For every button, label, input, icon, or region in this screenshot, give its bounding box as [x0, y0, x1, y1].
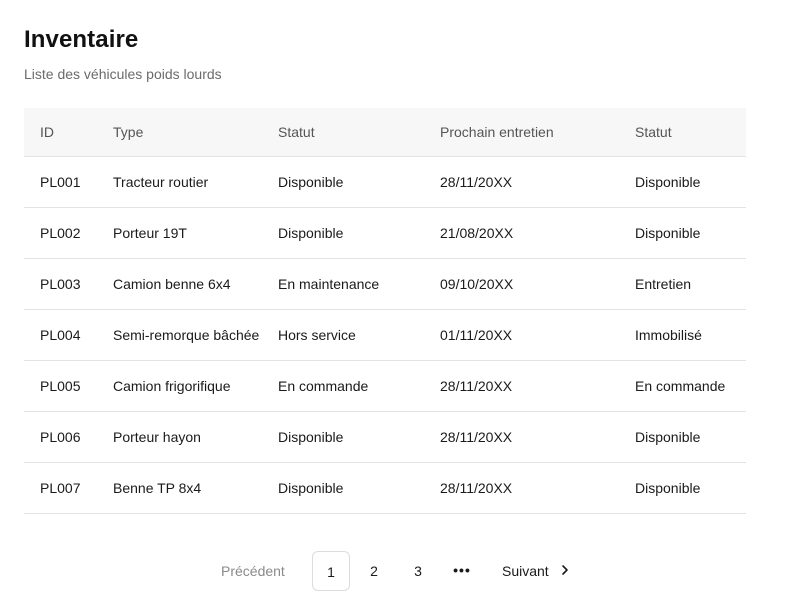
table-row[interactable]: PL001 Tracteur routier Disponible 28/11/…	[24, 156, 746, 208]
cell-id: PL005	[24, 360, 97, 412]
cell-status-2: Disponible	[619, 207, 746, 259]
cell-id: PL007	[24, 462, 97, 514]
page-3-button[interactable]: 3	[399, 551, 437, 591]
cell-next-maintenance: 28/11/20XX	[424, 462, 619, 514]
table-row[interactable]: PL004 Semi-remorque bâchée Hors service …	[24, 309, 746, 361]
table-row[interactable]: PL005 Camion frigorifique En commande 28…	[24, 360, 746, 412]
page-1-button[interactable]: 1	[312, 551, 350, 591]
cell-status: Disponible	[262, 207, 424, 259]
cell-type: Camion frigorifique	[97, 360, 262, 412]
cell-status-2: Immobilisé	[619, 309, 746, 361]
cell-next-maintenance: 28/11/20XX	[424, 360, 619, 412]
table-header-row: ID Type Statut Prochain entretien Statut	[24, 108, 746, 157]
pagination-ellipsis[interactable]: •••	[443, 551, 481, 591]
column-header-next-maintenance[interactable]: Prochain entretien	[424, 108, 619, 157]
cell-id: PL004	[24, 309, 97, 361]
cell-status: Hors service	[262, 309, 424, 361]
next-page-button[interactable]: Suivant	[502, 551, 569, 591]
cell-status: Disponible	[262, 411, 424, 463]
cell-id: PL006	[24, 411, 97, 463]
cell-status: Disponible	[262, 462, 424, 514]
page-2-button[interactable]: 2	[355, 551, 393, 591]
chevron-right-icon	[561, 551, 569, 591]
cell-status-2: Entretien	[619, 258, 746, 310]
table-row[interactable]: PL003 Camion benne 6x4 En maintenance 09…	[24, 258, 746, 310]
cell-next-maintenance: 28/11/20XX	[424, 411, 619, 463]
cell-next-maintenance: 09/10/20XX	[424, 258, 619, 310]
column-header-status-2[interactable]: Statut	[619, 108, 746, 157]
pagination: Précédent 1 2 3 ••• Suivant	[0, 551, 800, 591]
table-row[interactable]: PL007 Benne TP 8x4 Disponible 28/11/20XX…	[24, 462, 746, 514]
cell-next-maintenance: 21/08/20XX	[424, 207, 619, 259]
cell-status-2: En commande	[619, 360, 746, 412]
cell-next-maintenance: 28/11/20XX	[424, 156, 619, 208]
column-header-status[interactable]: Statut	[262, 108, 424, 157]
cell-status-2: Disponible	[619, 156, 746, 208]
cell-status-2: Disponible	[619, 462, 746, 514]
cell-type: Camion benne 6x4	[97, 258, 262, 310]
next-page-label: Suivant	[502, 563, 549, 579]
cell-type: Tracteur routier	[97, 156, 262, 208]
cell-status-2: Disponible	[619, 411, 746, 463]
cell-status: En maintenance	[262, 258, 424, 310]
cell-status: Disponible	[262, 156, 424, 208]
cell-status: En commande	[262, 360, 424, 412]
cell-type: Semi-remorque bâchée	[97, 309, 262, 361]
cell-id: PL002	[24, 207, 97, 259]
column-header-type[interactable]: Type	[97, 108, 262, 157]
inventory-table: ID Type Statut Prochain entretien Statut…	[24, 108, 746, 514]
cell-id: PL003	[24, 258, 97, 310]
cell-type: Benne TP 8x4	[97, 462, 262, 514]
cell-type: Porteur 19T	[97, 207, 262, 259]
cell-type: Porteur hayon	[97, 411, 262, 463]
table-row[interactable]: PL006 Porteur hayon Disponible 28/11/20X…	[24, 411, 746, 463]
page-subtitle: Liste des véhicules poids lourds	[24, 66, 222, 82]
page-title: Inventaire	[24, 26, 139, 53]
column-header-id[interactable]: ID	[24, 108, 97, 157]
cell-next-maintenance: 01/11/20XX	[424, 309, 619, 361]
previous-page-button[interactable]: Précédent	[221, 551, 285, 591]
table-row[interactable]: PL002 Porteur 19T Disponible 21/08/20XX …	[24, 207, 746, 259]
cell-id: PL001	[24, 156, 97, 208]
